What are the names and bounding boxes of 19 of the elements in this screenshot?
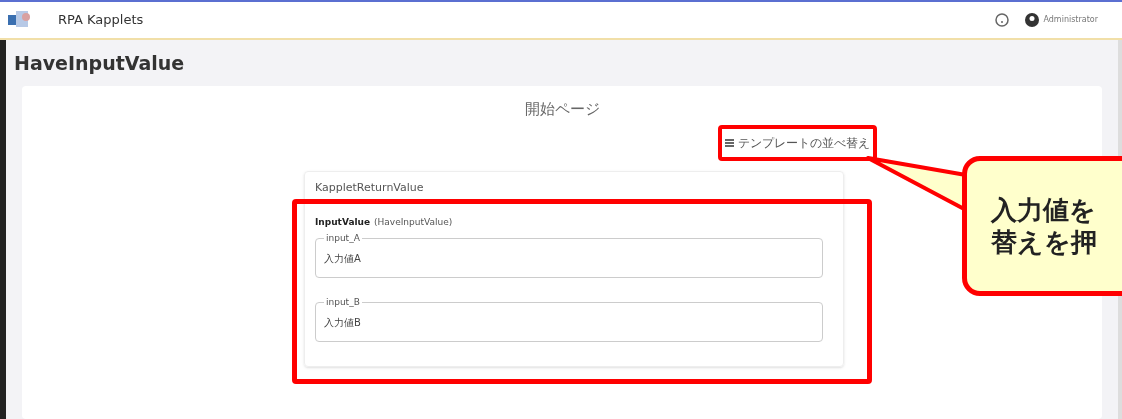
user-name[interactable]: Administrator (1043, 14, 1098, 26)
callout-text: 入力値を (991, 193, 1097, 226)
card-title: KappletReturnValue (315, 179, 425, 196)
field-value: 入力値B (324, 316, 361, 328)
field-label: input_B (325, 297, 361, 307)
help-icon[interactable] (995, 13, 1010, 27)
section-source: (HaveInputValue) (374, 216, 453, 229)
input-field[interactable]: input_A 入力値A (315, 233, 823, 278)
section-label: InputValue (315, 216, 371, 229)
app-name: RPA Kapplets (58, 11, 144, 30)
input-field[interactable]: input_B 入力値B (315, 297, 823, 342)
callout-text: 替えを押 (991, 226, 1098, 259)
field-value: 入力値A (324, 252, 361, 264)
field-label: input_A (325, 233, 361, 243)
user-icon (1025, 13, 1040, 27)
page-title: HaveInputValue (13, 50, 186, 76)
page-heading: 開始ページ (524, 99, 600, 120)
sort-icon (725, 138, 734, 147)
sort-button[interactable]: テンプレートの並べ替え (725, 133, 870, 152)
